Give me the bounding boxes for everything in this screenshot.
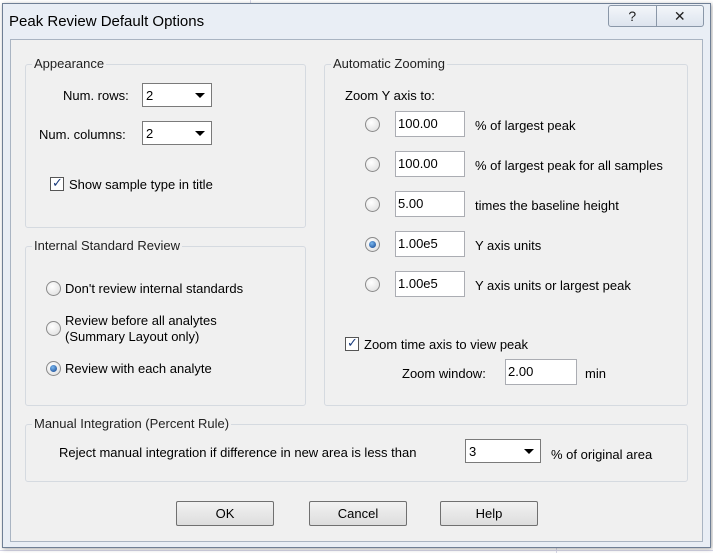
dialog-client-area: Appearance Num. rows: 2 Num. columns: 2 …	[10, 39, 703, 542]
close-icon[interactable]: ✕	[655, 6, 704, 26]
num-columns-select[interactable]: 2	[142, 121, 212, 145]
zoom-largest-all-value: 100.00	[398, 156, 438, 171]
automatic-zooming-group-label: Automatic Zooming	[331, 56, 447, 71]
zoom-baseline-input[interactable]: 5.00	[395, 191, 465, 217]
peak-review-options-dialog: Peak Review Default Options ? ✕ Appearan…	[2, 3, 711, 548]
zoom-time-checkbox[interactable]: ✓	[345, 335, 359, 351]
chevron-down-icon	[195, 131, 205, 136]
zoom-window-input[interactable]: 2.00	[505, 359, 577, 385]
automatic-zooming-group: Automatic Zooming Zoom Y axis to: 100.00…	[324, 56, 688, 406]
percent-value: 3	[469, 444, 477, 459]
zoom-y-units-value: 1.00e5	[398, 236, 438, 251]
num-rows-value: 2	[146, 88, 154, 103]
checkmark-icon: ✓	[52, 175, 63, 190]
radio-zoom-y-units[interactable]	[365, 237, 380, 252]
ok-button[interactable]: OK	[176, 501, 274, 526]
help-button[interactable]: Help	[440, 501, 538, 526]
review-each-label[interactable]: Review with each analyte	[65, 361, 212, 376]
manual-integration-group: Manual Integration (Percent Rule) Reject…	[25, 416, 688, 482]
zoom-time-label[interactable]: Zoom time axis to view peak	[364, 337, 528, 352]
review-before-sublabel[interactable]: (Summary Layout only)	[65, 329, 199, 344]
chevron-down-icon	[524, 449, 534, 454]
checkmark-icon: ✓	[347, 335, 358, 350]
appearance-group: Appearance Num. rows: 2 Num. columns: 2 …	[25, 56, 306, 228]
zoom-y-units-or-peak-input[interactable]: 1.00e5	[395, 271, 465, 297]
internal-standard-group-label: Internal Standard Review	[32, 238, 182, 253]
num-rows-label: Num. rows:	[63, 88, 129, 103]
zoom-window-label: Zoom window:	[402, 366, 486, 381]
radio-review-each[interactable]	[46, 361, 61, 376]
num-columns-label: Num. columns:	[39, 127, 126, 142]
zoom-largest-peak-input[interactable]: 100.00	[395, 111, 465, 137]
help-icon[interactable]: ?	[609, 6, 656, 26]
zoom-y-units-label: Y axis units	[475, 238, 542, 253]
dont-review-label[interactable]: Don't review internal standards	[65, 281, 243, 296]
zoom-window-value: 2.00	[508, 364, 534, 379]
num-columns-value: 2	[146, 126, 154, 141]
zoom-window-unit: min	[585, 366, 606, 381]
reject-manual-label: Reject manual integration if difference …	[59, 445, 417, 460]
radio-zoom-baseline[interactable]	[365, 197, 380, 212]
title-bar: Peak Review Default Options ? ✕	[3, 4, 710, 38]
zoom-largest-peak-value: 100.00	[398, 116, 438, 131]
zoom-y-units-or-peak-value: 1.00e5	[398, 276, 438, 291]
zoom-largest-all-label: % of largest peak for all samples	[475, 158, 663, 173]
radio-zoom-y-units-or-peak[interactable]	[365, 277, 380, 292]
radio-dont-review[interactable]	[46, 281, 61, 296]
zoom-largest-peak-label: % of largest peak	[475, 118, 576, 133]
zoom-baseline-label: times the baseline height	[475, 198, 619, 213]
radio-review-before[interactable]	[46, 321, 61, 336]
zoom-baseline-value: 5.00	[398, 196, 424, 211]
show-sample-type-label[interactable]: Show sample type in title	[69, 177, 213, 192]
background-grid-line	[0, 550, 713, 551]
internal-standard-group: Internal Standard Review Don't review in…	[25, 238, 306, 406]
title-buttons: ? ✕	[608, 5, 704, 27]
appearance-group-label: Appearance	[32, 56, 107, 71]
zoom-y-label: Zoom Y axis to:	[345, 88, 435, 103]
zoom-y-units-input[interactable]: 1.00e5	[395, 231, 465, 257]
review-before-label[interactable]: Review before all analytes	[65, 313, 217, 328]
manual-integration-group-label: Manual Integration (Percent Rule)	[32, 416, 232, 431]
percent-suffix: % of original area	[551, 447, 653, 462]
radio-zoom-largest-peak[interactable]	[365, 117, 380, 132]
zoom-y-units-or-peak-label: Y axis units or largest peak	[475, 278, 631, 293]
chevron-down-icon	[195, 93, 205, 98]
show-sample-type-checkbox[interactable]: ✓	[50, 175, 64, 191]
zoom-largest-all-input[interactable]: 100.00	[395, 151, 465, 177]
radio-zoom-largest-all[interactable]	[365, 157, 380, 172]
percent-select[interactable]: 3	[465, 439, 541, 463]
num-rows-select[interactable]: 2	[142, 83, 212, 107]
cancel-button[interactable]: Cancel	[309, 501, 407, 526]
dialog-title: Peak Review Default Options	[9, 13, 205, 30]
